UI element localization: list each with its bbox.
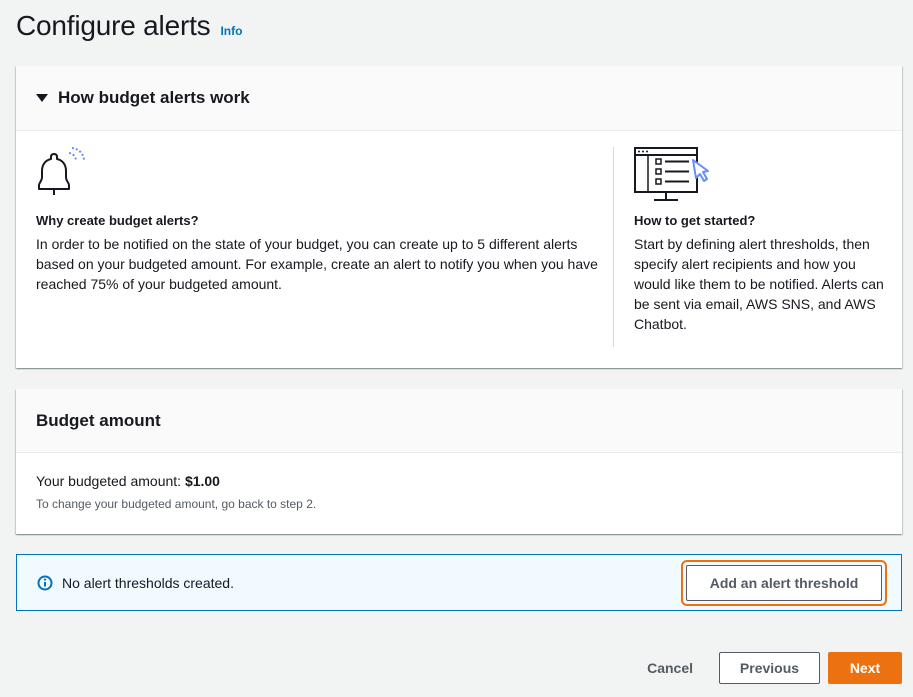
- why-create-column: Why create budget alerts? In order to be…: [36, 147, 606, 294]
- page-title: Configure alerts: [16, 10, 211, 41]
- budget-panel-header: Budget amount: [16, 389, 902, 453]
- monitor-checklist-icon: [634, 147, 709, 201]
- cancel-button[interactable]: Cancel: [631, 652, 709, 684]
- why-create-text: In order to be notified on the state of …: [36, 236, 598, 292]
- how-panel-header[interactable]: How budget alerts work: [16, 66, 902, 131]
- caret-down-icon[interactable]: [36, 94, 48, 102]
- footer-actions: Cancel Previous Next: [631, 652, 902, 684]
- bell-icon: [38, 147, 85, 195]
- info-link[interactable]: Info: [220, 24, 242, 38]
- alert-message: No alert thresholds created.: [62, 574, 234, 591]
- budget-hint: To change your budgeted amount, go back …: [36, 497, 317, 511]
- budgeted-amount-label: Your budgeted amount:: [36, 473, 182, 489]
- previous-button[interactable]: Previous: [719, 652, 820, 684]
- budget-panel-title: Budget amount: [36, 410, 161, 430]
- how-panel-title: How budget alerts work: [58, 88, 250, 107]
- budgeted-amount-line: Your budgeted amount: $1.00: [36, 473, 882, 489]
- how-to-start-column: How to get started? Start by defining al…: [634, 147, 894, 334]
- how-to-start-title: How to get started?: [634, 213, 756, 228]
- configure-alerts-page: Configure alerts Info How budget alerts …: [0, 0, 913, 697]
- page-header: Configure alerts Info: [16, 10, 242, 42]
- add-alert-threshold-button[interactable]: Add an alert threshold: [686, 565, 882, 601]
- no-thresholds-alert: No alert thresholds created. Add an aler…: [16, 554, 902, 611]
- how-to-start-text: Start by defining alert thresholds, then…: [634, 236, 884, 332]
- how-panel-body: Why create budget alerts? In order to be…: [16, 131, 902, 367]
- focus-ring: Add an alert threshold: [681, 560, 887, 606]
- how-budget-alerts-work-panel: How budget alerts work Why create budget…: [16, 66, 902, 368]
- budgeted-amount-value: $1.00: [184, 473, 220, 489]
- next-button[interactable]: Next: [828, 652, 902, 684]
- info-icon: [37, 575, 53, 590]
- column-divider: [613, 147, 614, 347]
- why-create-title: Why create budget alerts?: [36, 213, 199, 228]
- budget-panel-body: Your budgeted amount: $1.00 To change yo…: [16, 453, 902, 511]
- budget-amount-panel: Budget amount Your budgeted amount: $1.0…: [16, 389, 902, 534]
